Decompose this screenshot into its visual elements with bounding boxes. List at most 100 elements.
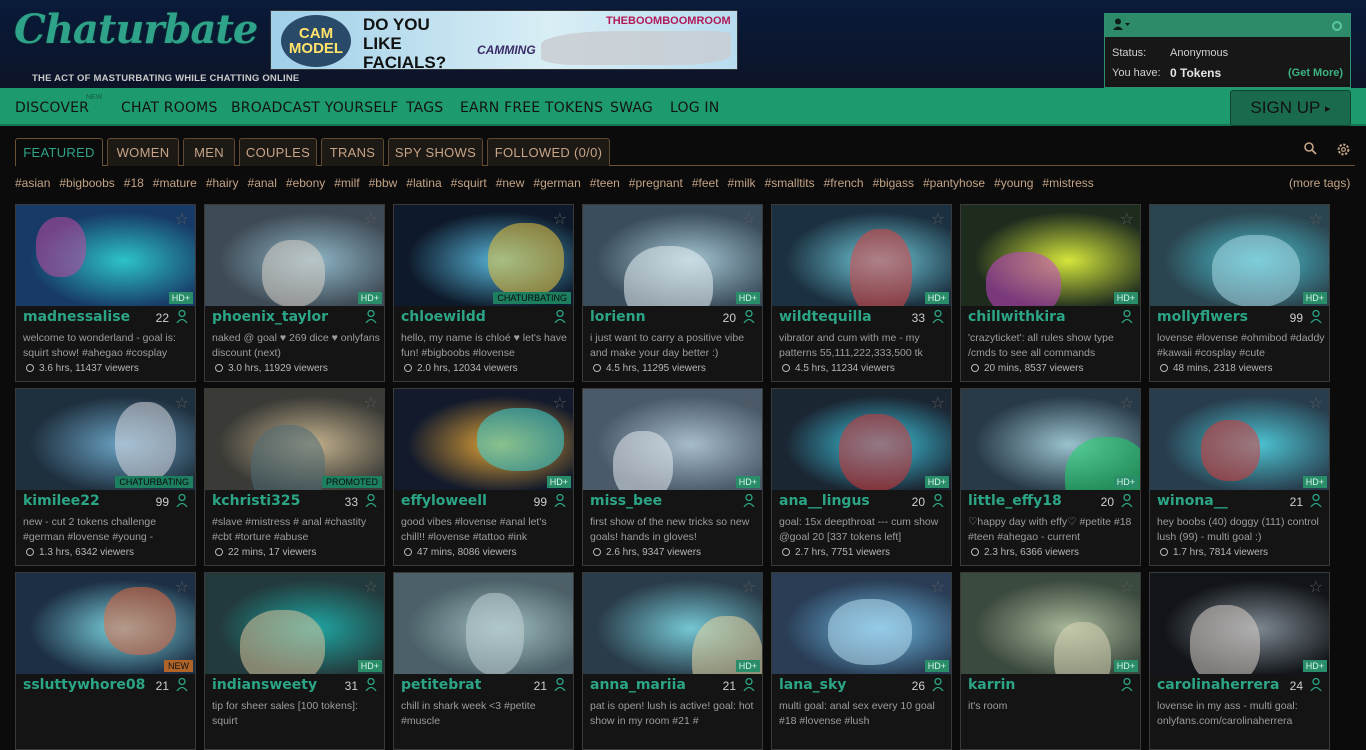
hashtag-link[interactable]: #milk bbox=[728, 176, 756, 190]
room-username[interactable]: mollyflwers bbox=[1157, 309, 1248, 325]
hashtag-link[interactable]: #feet bbox=[692, 176, 719, 190]
favorite-star-icon[interactable]: ☆ bbox=[364, 209, 378, 229]
room-username[interactable]: ana__lingus bbox=[779, 493, 870, 509]
hashtag-link[interactable]: #squirt bbox=[451, 176, 487, 190]
room-username[interactable]: karrin bbox=[968, 677, 1015, 693]
hashtag-link[interactable]: #pantyhose bbox=[923, 176, 985, 190]
nav-chat-rooms[interactable]: CHAT ROOMS bbox=[121, 100, 218, 116]
room-card[interactable]: ☆ HD+ winona__ 21 hey boobs (40) doggy (… bbox=[1149, 388, 1330, 566]
room-card[interactable]: ☆ HD+ lana_sky 26 multi goal: anal sex e… bbox=[771, 572, 952, 750]
room-card[interactable]: ☆ NEW ssluttywhore08 21 bbox=[15, 572, 196, 750]
favorite-star-icon[interactable]: ☆ bbox=[175, 393, 189, 413]
hashtag-link[interactable]: #milf bbox=[334, 176, 359, 190]
tab-women[interactable]: WOMEN bbox=[107, 138, 179, 166]
favorite-star-icon[interactable]: ☆ bbox=[931, 577, 945, 597]
nav-swag[interactable]: SWAG bbox=[610, 100, 653, 116]
hashtag-link[interactable]: #anal bbox=[248, 176, 277, 190]
room-thumbnail[interactable]: ☆ CHATURBATING bbox=[394, 205, 573, 306]
favorite-star-icon[interactable]: ☆ bbox=[175, 209, 189, 229]
hashtag-link[interactable]: #teen bbox=[590, 176, 620, 190]
hashtag-link[interactable]: #smalltits bbox=[765, 176, 815, 190]
room-thumbnail[interactable]: ☆ HD+ bbox=[583, 389, 762, 490]
favorite-star-icon[interactable]: ☆ bbox=[364, 393, 378, 413]
favorite-star-icon[interactable]: ☆ bbox=[553, 577, 567, 597]
room-thumbnail[interactable]: ☆ HD+ bbox=[772, 205, 951, 306]
room-thumbnail[interactable]: ☆ HD+ bbox=[16, 205, 195, 306]
favorite-star-icon[interactable]: ☆ bbox=[1309, 577, 1323, 597]
favorite-star-icon[interactable]: ☆ bbox=[1309, 209, 1323, 229]
room-card[interactable]: ☆ petitebrat 21 chill in shark week <3 #… bbox=[393, 572, 574, 750]
nav-earn-tokens[interactable]: EARN FREE TOKENS bbox=[460, 100, 603, 116]
site-logo[interactable]: Chaturbate bbox=[14, 6, 258, 66]
room-username[interactable]: effyloweell bbox=[401, 493, 487, 509]
room-card[interactable]: ☆ HD+ chillwithkira 'crazyticket': all r… bbox=[960, 204, 1141, 382]
room-username[interactable]: lana_sky bbox=[779, 677, 846, 693]
room-thumbnail[interactable]: ☆ HD+ bbox=[961, 389, 1140, 490]
tab-men[interactable]: MEN bbox=[183, 138, 235, 166]
user-icon[interactable] bbox=[1113, 18, 1131, 33]
room-thumbnail[interactable]: ☆ bbox=[394, 573, 573, 674]
gear-icon[interactable] bbox=[1336, 142, 1351, 157]
favorite-star-icon[interactable]: ☆ bbox=[364, 577, 378, 597]
room-thumbnail[interactable]: ☆ CHATURBATING bbox=[16, 389, 195, 490]
room-thumbnail[interactable]: ☆ HD+ bbox=[205, 205, 384, 306]
room-username[interactable]: winona__ bbox=[1157, 493, 1228, 509]
hashtag-link[interactable]: #young bbox=[994, 176, 1033, 190]
room-thumbnail[interactable]: ☆ PROMOTED bbox=[205, 389, 384, 490]
room-card[interactable]: ☆ HD+ indiansweety 31 tip for sheer sale… bbox=[204, 572, 385, 750]
room-username[interactable]: madnessalise bbox=[23, 309, 130, 325]
favorite-star-icon[interactable]: ☆ bbox=[1120, 209, 1134, 229]
tab-trans[interactable]: TRANS bbox=[321, 138, 384, 166]
hashtag-link[interactable]: #mature bbox=[153, 176, 197, 190]
favorite-star-icon[interactable]: ☆ bbox=[1120, 393, 1134, 413]
hashtag-link[interactable]: #bigboobs bbox=[59, 176, 114, 190]
ad-banner[interactable]: CAM MODEL DO YOU LIKE FACIALS? THEBOOMBO… bbox=[270, 10, 738, 70]
room-username[interactable]: little_effy18 bbox=[968, 493, 1062, 509]
user-menu-bar[interactable] bbox=[1105, 14, 1350, 37]
room-username[interactable]: chillwithkira bbox=[968, 309, 1066, 325]
favorite-star-icon[interactable]: ☆ bbox=[742, 209, 756, 229]
favorite-star-icon[interactable]: ☆ bbox=[742, 577, 756, 597]
hashtag-link[interactable]: #hairy bbox=[206, 176, 239, 190]
room-thumbnail[interactable]: ☆ HD+ bbox=[772, 389, 951, 490]
favorite-star-icon[interactable]: ☆ bbox=[742, 393, 756, 413]
favorite-star-icon[interactable]: ☆ bbox=[1120, 577, 1134, 597]
hashtag-link[interactable]: #bbw bbox=[369, 176, 398, 190]
favorite-star-icon[interactable]: ☆ bbox=[175, 577, 189, 597]
search-icon[interactable] bbox=[1304, 142, 1317, 155]
hashtag-link[interactable]: #german bbox=[533, 176, 580, 190]
room-card[interactable]: ☆ HD+ wildtequilla 33 vibrator and cum w… bbox=[771, 204, 952, 382]
room-username[interactable]: petitebrat bbox=[401, 677, 481, 693]
room-username[interactable]: lorienn bbox=[590, 309, 646, 325]
tab-spy-shows[interactable]: SPY SHOWS bbox=[388, 138, 483, 166]
hashtag-link[interactable]: #new bbox=[496, 176, 525, 190]
room-card[interactable]: ☆ HD+ mollyflwers 99 lovense #lovense #o… bbox=[1149, 204, 1330, 382]
room-thumbnail[interactable]: ☆ HD+ bbox=[961, 205, 1140, 306]
room-thumbnail[interactable]: ☆ HD+ bbox=[583, 573, 762, 674]
room-card[interactable]: ☆ HD+ ana__lingus 20 goal: 15x deepthroa… bbox=[771, 388, 952, 566]
room-username[interactable]: chloewildd bbox=[401, 309, 486, 325]
room-username[interactable]: ssluttywhore08 bbox=[23, 677, 145, 693]
room-card[interactable]: ☆ HD+ little_effy18 20 ♡happy day with e… bbox=[960, 388, 1141, 566]
hashtag-link[interactable]: #ebony bbox=[286, 176, 325, 190]
room-thumbnail[interactable]: ☆ NEW bbox=[16, 573, 195, 674]
user-settings-icon[interactable] bbox=[1332, 20, 1342, 31]
room-card[interactable]: ☆ HD+ madnessalise 22 welcome to wonderl… bbox=[15, 204, 196, 382]
nav-discover[interactable]: DISCOVER bbox=[15, 100, 89, 116]
favorite-star-icon[interactable]: ☆ bbox=[553, 209, 567, 229]
favorite-star-icon[interactable]: ☆ bbox=[1309, 393, 1323, 413]
hashtag-link[interactable]: #mistress bbox=[1042, 176, 1093, 190]
nav-broadcast[interactable]: BROADCAST YOURSELF bbox=[231, 100, 399, 116]
nav-login[interactable]: LOG IN bbox=[670, 100, 719, 116]
nav-tags[interactable]: TAGS bbox=[406, 100, 443, 116]
room-username[interactable]: kchristi325 bbox=[212, 493, 300, 509]
room-thumbnail[interactable]: ☆ HD+ bbox=[772, 573, 951, 674]
room-thumbnail[interactable]: ☆ HD+ bbox=[961, 573, 1140, 674]
hashtag-link[interactable]: #18 bbox=[124, 176, 144, 190]
room-card[interactable]: ☆ HD+ lorienn 20 i just want to carry a … bbox=[582, 204, 763, 382]
room-card[interactable]: ☆ HD+ effyloweell 99 good vibes #lovense… bbox=[393, 388, 574, 566]
hashtag-link[interactable]: #bigass bbox=[873, 176, 914, 190]
favorite-star-icon[interactable]: ☆ bbox=[931, 393, 945, 413]
room-username[interactable]: wildtequilla bbox=[779, 309, 872, 325]
room-card[interactable]: ☆ PROMOTED kchristi325 33 #slave #mistre… bbox=[204, 388, 385, 566]
